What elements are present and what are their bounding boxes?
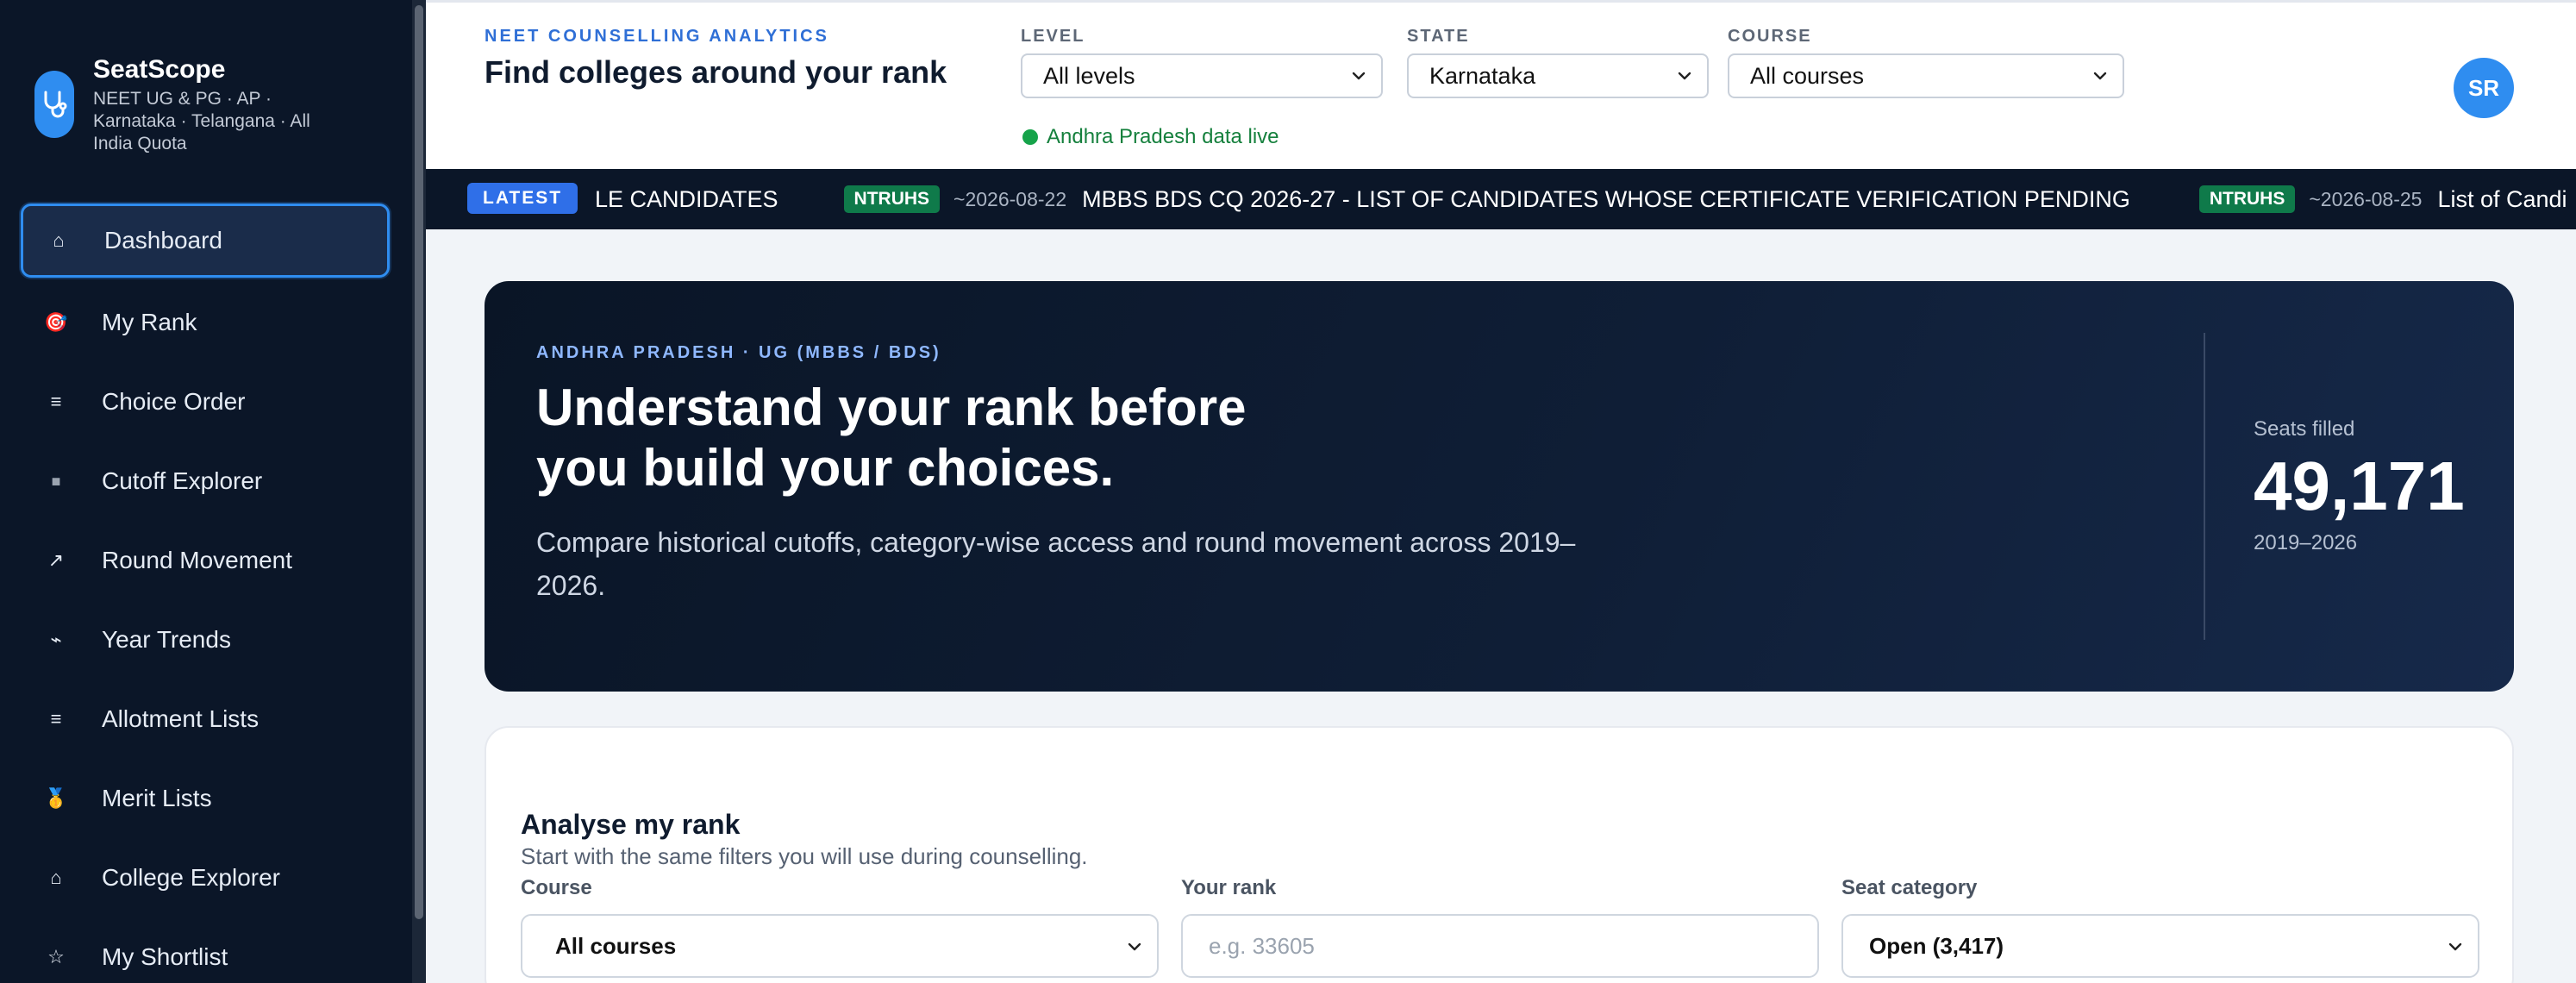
- analyse-rank-card: Analyse my rank Start with the same filt…: [485, 726, 2514, 983]
- list-icon: ≡: [50, 391, 62, 412]
- sidebar-item-college-explorer[interactable]: ⌂ College Explorer: [0, 838, 412, 917]
- sidebar-item-dashboard[interactable]: ⌂ Dashboard: [21, 203, 390, 278]
- state-value: Karnataka: [1429, 62, 1536, 89]
- chevron-down-icon: [2448, 942, 2462, 951]
- seat-category-select[interactable]: Open (3,417): [1841, 914, 2479, 978]
- sidebar-item-label: My Shortlist: [102, 943, 228, 970]
- brand[interactable]: SeatScope NEET UG & PG · AP · Karnataka …: [34, 52, 397, 155]
- course-label: COURSE: [1728, 27, 1812, 46]
- list-icon: ≡: [50, 708, 62, 729]
- latest-tag: LATEST: [467, 183, 578, 214]
- live-dot-icon: [1022, 129, 1038, 145]
- sidebar-scrollbar-thumb[interactable]: [415, 5, 423, 919]
- page-title: Find colleges around your rank: [485, 54, 947, 90]
- rank-field: Your rank: [1181, 876, 1819, 978]
- chevron-down-icon: [2093, 72, 2107, 80]
- seat-category-value: Open (3,417): [1869, 932, 2004, 959]
- sidebar-nav: ⌂ Dashboard 🎯 My Rank ≡ Choice Order ■ C…: [0, 203, 412, 983]
- sidebar-item-label: College Explorer: [102, 864, 280, 891]
- sidebar-item-label: Round Movement: [102, 547, 293, 573]
- ticker-item[interactable]: MBBS BDS CQ 2026-27 - LIST OF CANDIDATES…: [1082, 186, 2130, 213]
- state-select[interactable]: Karnataka: [1407, 53, 1709, 98]
- hero-divider: [2204, 333, 2205, 640]
- chevron-down-icon: [1352, 72, 1366, 80]
- course-filter: COURSE All courses: [1728, 27, 2124, 98]
- sidebar-item-choice-order[interactable]: ≡ Choice Order: [0, 362, 412, 441]
- hero-banner: ANDHRA PRADESH · UG (MBBS / BDS) Underst…: [485, 281, 2514, 692]
- ticker-lead-text: LE CANDIDATES: [595, 185, 778, 212]
- level-value: All levels: [1043, 62, 1135, 89]
- top-header: NEET COUNSELLING ANALYTICS Find colleges…: [426, 0, 2576, 169]
- sidebar-item-label: Cutoff Explorer: [102, 467, 263, 494]
- sidebar-scrollbar[interactable]: [412, 0, 426, 983]
- analyse-course-label: Course: [521, 876, 592, 899]
- hero-title: Understand your rank before you build yo…: [536, 379, 1247, 497]
- sidebar-item-cutoff-explorer[interactable]: ■ Cutoff Explorer: [0, 441, 412, 521]
- course-value: All courses: [1750, 62, 1865, 89]
- rank-label: Your rank: [1181, 876, 1277, 899]
- live-status: Andhra Pradesh data live: [1022, 125, 1279, 149]
- home-icon: ⌂: [53, 229, 65, 251]
- sidebar-item-label: Merit Lists: [102, 785, 212, 811]
- star-icon: ☆: [47, 946, 65, 967]
- brand-subtitle: NEET UG & PG · AP · Karnataka · Telangan…: [93, 89, 310, 153]
- sidebar: SeatScope NEET UG & PG · AP · Karnataka …: [0, 0, 426, 983]
- avatar[interactable]: SR: [2454, 58, 2514, 118]
- ticker-item[interactable]: List of Candi: [2437, 186, 2567, 213]
- stethoscope-icon: [34, 71, 74, 138]
- sidebar-item-label: Year Trends: [102, 626, 231, 653]
- level-filter: LEVEL All levels: [1021, 27, 1383, 98]
- ticker-date: ~2026-08-25: [2309, 187, 2423, 210]
- ticker-track: LE CANDIDATES NTRUHS ~2026-08-22 MBBS BD…: [595, 169, 2567, 229]
- ticker-date: ~2026-08-22: [953, 187, 1067, 210]
- ticker-badge: NTRUHS: [843, 185, 941, 213]
- brand-name: SeatScope: [93, 55, 226, 84]
- target-icon: 🎯: [44, 311, 68, 333]
- chevron-down-icon: [1678, 72, 1691, 80]
- sidebar-item-round-movement[interactable]: ↗ Round Movement: [0, 521, 412, 600]
- level-select[interactable]: All levels: [1021, 53, 1383, 98]
- sidebar-item-label: Allotment Lists: [102, 705, 259, 732]
- news-ticker: LATEST LE CANDIDATES NTRUHS ~2026-08-22 …: [426, 169, 2576, 229]
- live-status-text: Andhra Pradesh data live: [1047, 125, 1279, 148]
- seat-category-label: Seat category: [1841, 876, 1978, 899]
- state-label: STATE: [1407, 27, 1470, 46]
- seats-filled-range: 2019–2026: [2254, 531, 2358, 554]
- sidebar-item-label: My Rank: [102, 309, 197, 335]
- building-icon: ⌂: [50, 867, 62, 888]
- ticker-badge: NTRUHS: [2198, 185, 2296, 213]
- medal-icon: 🥇: [44, 787, 68, 809]
- hero-description: Compare historical cutoffs, category-wis…: [536, 527, 1576, 601]
- arrow-up-right-icon: ↗: [47, 549, 65, 571]
- app-root: SeatScope NEET UG & PG · AP · Karnataka …: [0, 0, 2576, 983]
- course-select[interactable]: All courses: [1728, 53, 2124, 98]
- rank-input-box: [1181, 914, 1819, 978]
- header-eyebrow: NEET COUNSELLING ANALYTICS: [485, 27, 829, 46]
- grid-icon: ■: [51, 472, 61, 490]
- analyse-course-select[interactable]: All courses: [521, 914, 1159, 978]
- analyse-course-field: Course All courses: [521, 876, 1159, 978]
- sidebar-item-allotment-lists[interactable]: ≡ Allotment Lists: [0, 679, 412, 759]
- analyse-subtitle: Start with the same filters you will use…: [521, 843, 1088, 869]
- trend-icon: ⌁: [50, 629, 62, 650]
- sidebar-item-my-shortlist[interactable]: ☆ My Shortlist: [0, 917, 412, 983]
- state-filter: STATE Karnataka: [1407, 27, 1709, 98]
- chevron-down-icon: [1128, 942, 1141, 951]
- hero-eyebrow: ANDHRA PRADESH · UG (MBBS / BDS): [536, 343, 941, 362]
- seat-category-field: Seat category Open (3,417): [1841, 876, 2479, 978]
- analyse-title: Analyse my rank: [521, 809, 741, 840]
- sidebar-item-merit-lists[interactable]: 🥇 Merit Lists: [0, 759, 412, 838]
- rank-input[interactable]: [1209, 932, 1817, 960]
- sidebar-item-my-rank[interactable]: 🎯 My Rank: [0, 283, 412, 362]
- sidebar-item-year-trends[interactable]: ⌁ Year Trends: [0, 600, 412, 679]
- seats-filled-label: Seats filled: [2254, 417, 2355, 441]
- analyse-course-value: All courses: [555, 932, 677, 959]
- level-label: LEVEL: [1021, 27, 1085, 46]
- sidebar-item-label: Dashboard: [104, 227, 222, 254]
- sidebar-item-label: Choice Order: [102, 388, 246, 415]
- seats-filled-value: 49,171: [2254, 448, 2465, 524]
